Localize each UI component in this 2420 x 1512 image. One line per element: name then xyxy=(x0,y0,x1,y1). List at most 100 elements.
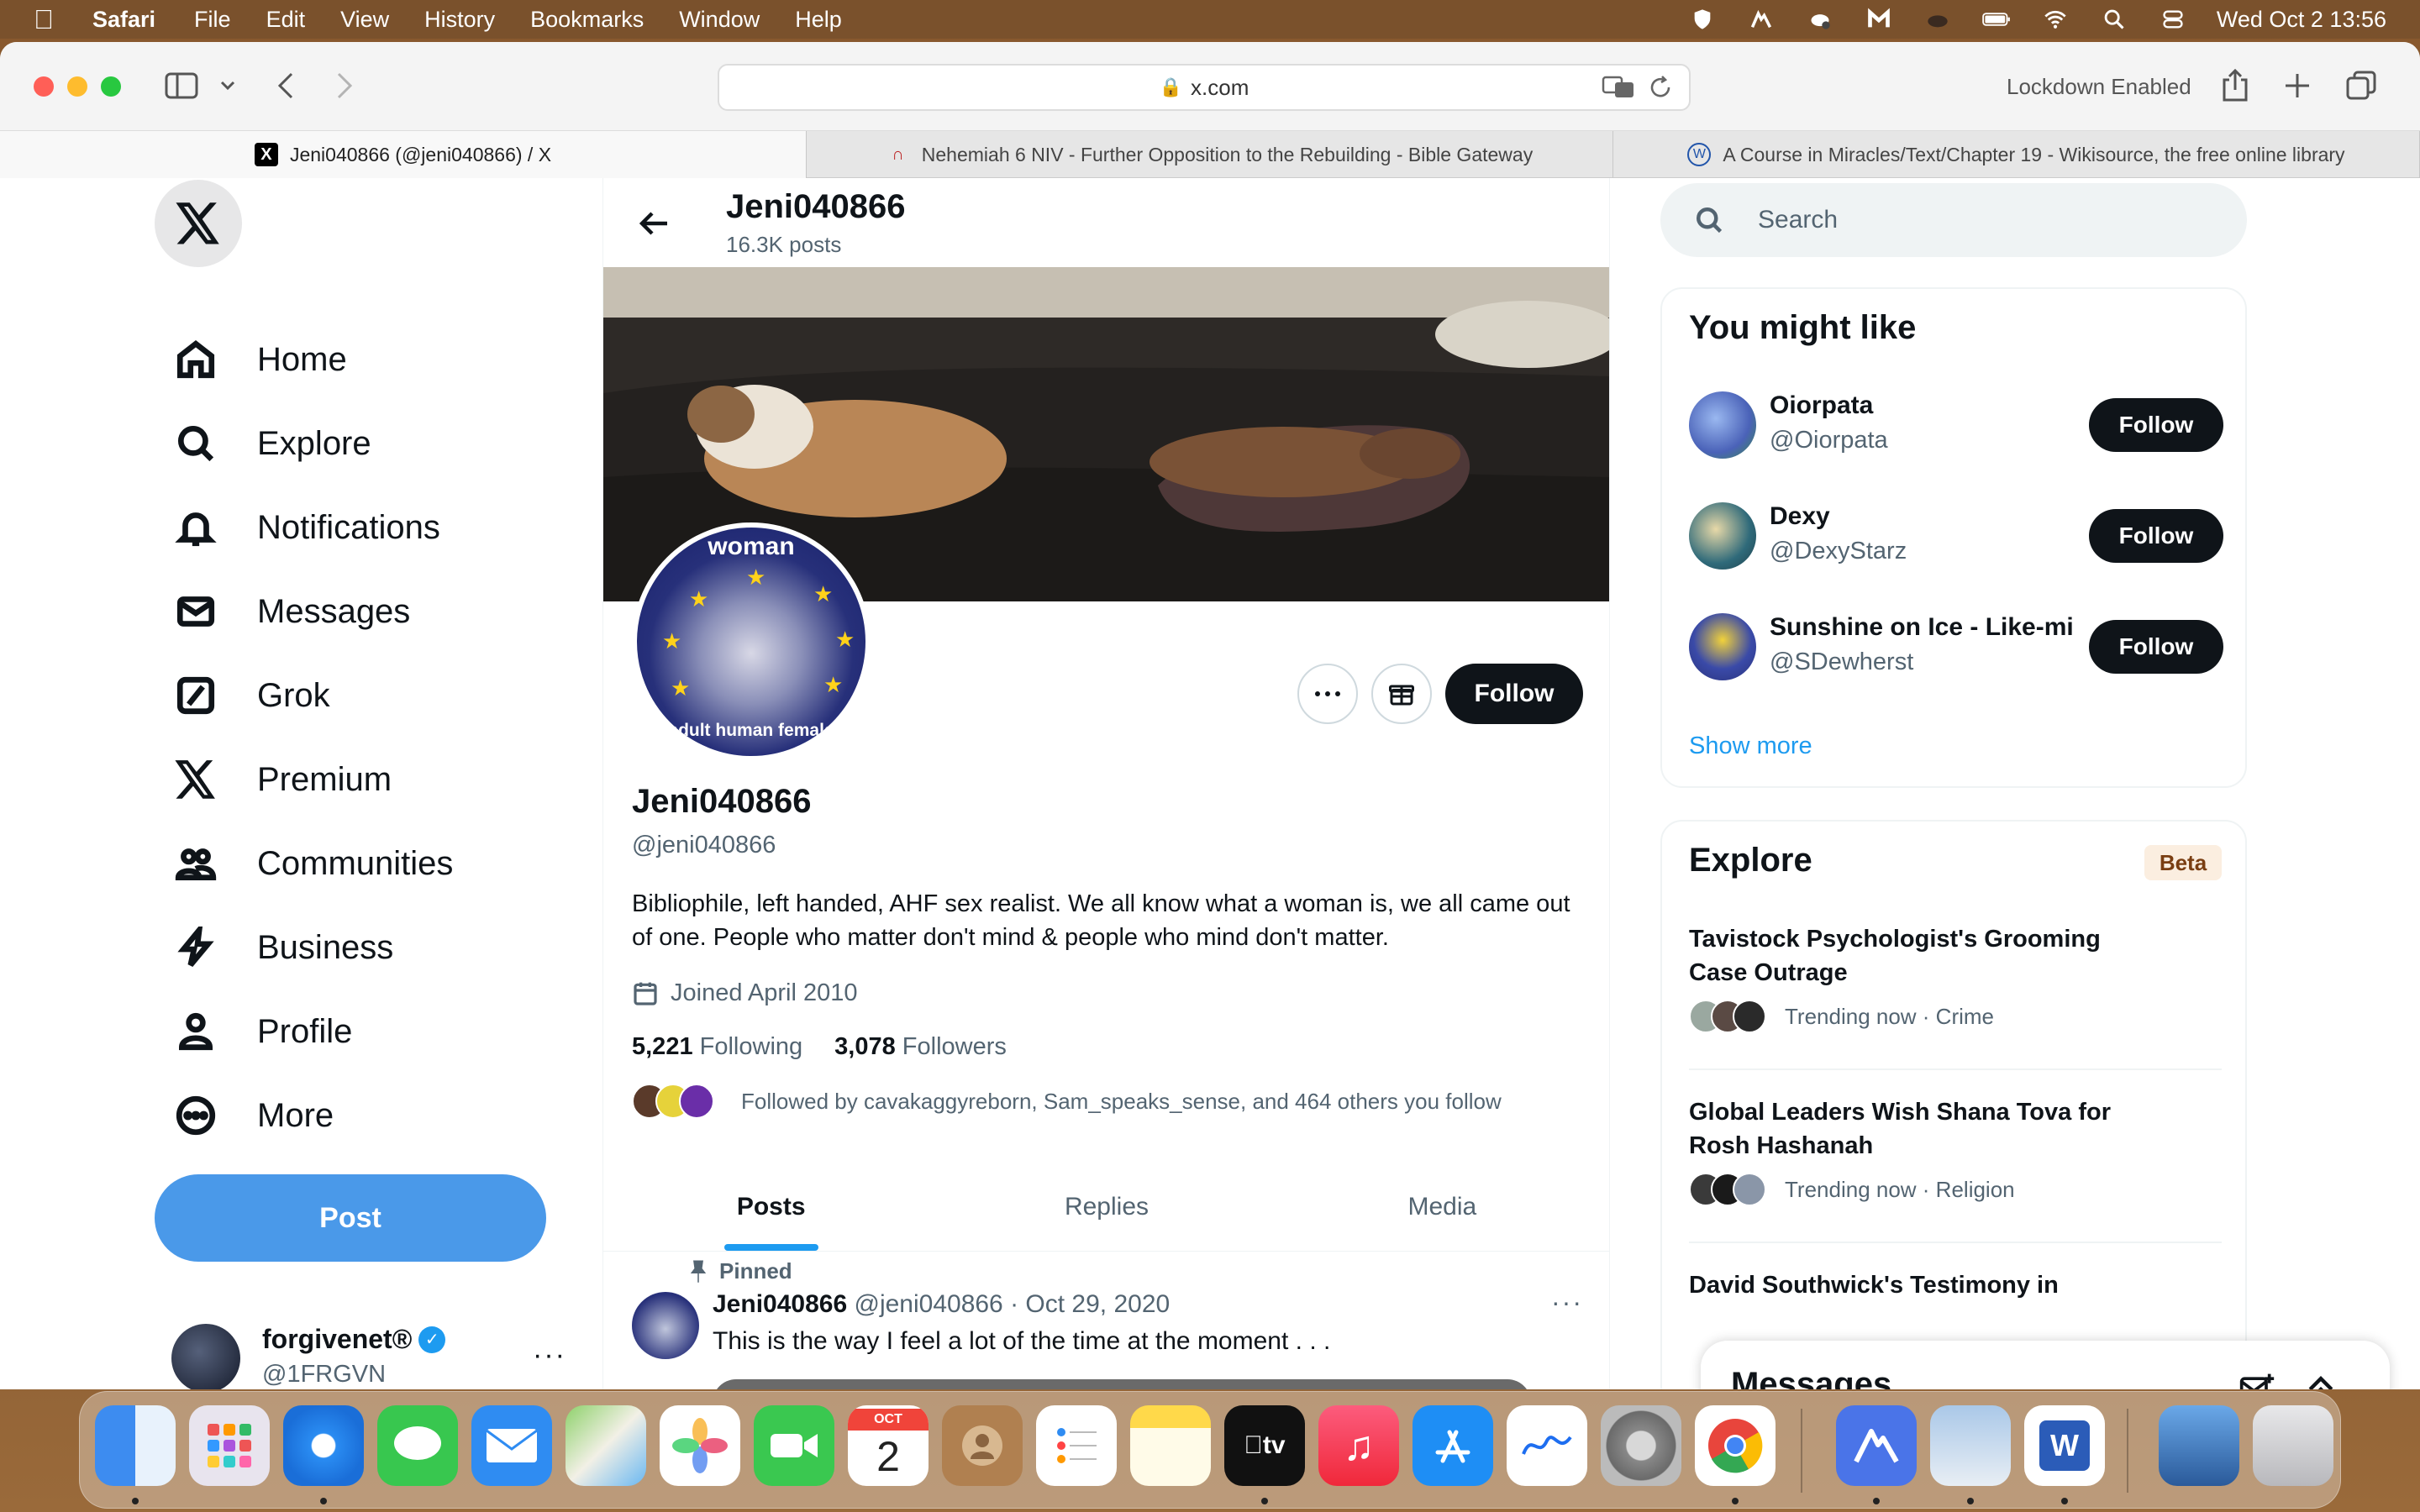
tab-bible-gateway[interactable]: ∩ Nehemiah 6 NIV - Further Opposition to… xyxy=(807,131,1613,178)
nordvpn-icon[interactable] xyxy=(1746,7,1776,32)
nav-messages[interactable]: Messages xyxy=(173,586,410,637)
nav-profile[interactable]: Profile xyxy=(173,1006,352,1057)
follow-button[interactable]: Follow xyxy=(2089,509,2223,563)
nav-business[interactable]: Business xyxy=(173,922,393,973)
account-switcher[interactable]: forgivenet® ✓ @1FRGVN ··· xyxy=(171,1320,575,1389)
back-button[interactable] xyxy=(271,67,301,104)
menu-window[interactable]: Window xyxy=(679,7,760,33)
trend-item[interactable]: David Southwick's Testimony in xyxy=(1689,1268,2227,1302)
following-link[interactable]: 5,221 Following xyxy=(632,1033,802,1060)
nav-notifications[interactable]: Notifications xyxy=(173,502,440,553)
followed-by-row[interactable]: Followed by cavakaggyreborn, Sam_speaks_… xyxy=(632,1084,1502,1119)
malwarebytes-icon[interactable] xyxy=(1864,7,1894,32)
share-icon[interactable] xyxy=(2218,67,2252,104)
account-more-icon[interactable]: ··· xyxy=(533,1339,566,1372)
x-home-logo-icon[interactable] xyxy=(155,180,242,267)
more-options-button[interactable] xyxy=(1297,664,1358,724)
tab-overview-icon[interactable] xyxy=(2343,67,2380,104)
forward-button[interactable] xyxy=(329,67,360,104)
reminders-icon[interactable] xyxy=(1036,1405,1117,1486)
messages-drawer[interactable]: Messages xyxy=(1701,1341,2390,1389)
preview-icon[interactable] xyxy=(1930,1405,2011,1486)
freeform-icon[interactable] xyxy=(1507,1405,1587,1486)
tab-media[interactable]: Media xyxy=(1275,1163,1609,1251)
contacts-icon[interactable] xyxy=(942,1405,1023,1486)
menu-help[interactable]: Help xyxy=(795,7,842,33)
new-message-icon[interactable] xyxy=(2238,1371,2275,1389)
tweet-more-icon[interactable]: ··· xyxy=(1551,1287,1583,1318)
calendar-icon[interactable]: OCT 2 xyxy=(848,1405,929,1486)
menu-history[interactable]: History xyxy=(424,7,495,33)
post-button[interactable]: Post xyxy=(155,1174,546,1262)
facetime-icon[interactable] xyxy=(754,1405,834,1486)
suggested-account[interactable]: Dexy @DexyStarz Follow xyxy=(1689,502,2227,573)
control-center-icon[interactable] xyxy=(2158,7,2188,32)
tweet-handle[interactable]: @jeni040866 xyxy=(854,1290,1002,1318)
zoom-window-button[interactable] xyxy=(101,76,121,97)
safari-icon[interactable] xyxy=(283,1405,364,1486)
menu-bookmarks[interactable]: Bookmarks xyxy=(530,7,644,33)
menubar-clock[interactable]: Wed Oct 2 13:56 xyxy=(2217,7,2386,33)
apple-menu-icon[interactable]:  xyxy=(34,4,67,35)
search-input[interactable]: Search xyxy=(1660,183,2247,257)
tab-replies[interactable]: Replies xyxy=(939,1163,1274,1251)
music-icon[interactable]: ♫ xyxy=(1318,1405,1399,1486)
translate-icon[interactable] xyxy=(1602,74,1635,107)
tweet-media[interactable] xyxy=(713,1379,1531,1389)
downloads-stack-icon[interactable] xyxy=(2159,1405,2239,1486)
tweet-date[interactable]: Oct 29, 2020 xyxy=(1025,1290,1170,1318)
profile-avatar[interactable]: woman ★ ★ ★ ★ ★ ★ ★ adult human female xyxy=(632,522,871,761)
trash-icon[interactable] xyxy=(2253,1405,2333,1486)
nav-more[interactable]: More xyxy=(173,1090,334,1141)
mail-icon[interactable] xyxy=(471,1405,552,1486)
close-window-button[interactable] xyxy=(34,76,54,97)
chrome-icon[interactable] xyxy=(1695,1405,1776,1486)
battery-icon[interactable] xyxy=(1981,7,2012,32)
nav-premium[interactable]: Premium xyxy=(173,754,392,805)
tab-wikisource[interactable]: W A Course in Miracles/Text/Chapter 19 -… xyxy=(1613,131,2420,178)
follow-button[interactable]: Follow xyxy=(2089,620,2223,674)
wifi-icon[interactable] xyxy=(2040,7,2070,32)
tab-x-profile[interactable]: X Jeni040866 (@jeni040866) / X xyxy=(0,131,807,178)
menu-file[interactable]: File xyxy=(194,7,231,33)
menu-edit[interactable]: Edit xyxy=(266,7,306,33)
follow-button[interactable]: Follow xyxy=(1445,664,1583,724)
finder-icon[interactable] xyxy=(95,1405,176,1486)
trend-item[interactable]: Tavistock Psychologist's Grooming Case O… xyxy=(1689,922,2227,1033)
reload-icon[interactable] xyxy=(1647,74,1674,107)
menu-app-name[interactable]: Safari xyxy=(92,7,155,33)
nav-communities[interactable]: Communities xyxy=(173,838,453,889)
tab-posts[interactable]: Posts xyxy=(603,1163,939,1251)
gift-button[interactable] xyxy=(1371,664,1432,724)
suggested-account[interactable]: Oiorpata @Oiorpata Follow xyxy=(1689,391,2227,462)
avatar[interactable] xyxy=(632,1292,699,1359)
sidebar-chevron-down-icon[interactable] xyxy=(217,67,239,104)
sidebar-toggle-icon[interactable] xyxy=(163,67,200,104)
expand-chevrons-up-icon[interactable] xyxy=(2302,1371,2339,1389)
tweet-author[interactable]: Jeni040866 xyxy=(713,1290,847,1318)
followers-link[interactable]: 3,078 Followers xyxy=(834,1033,1007,1060)
cloud-sync-icon[interactable] xyxy=(1805,7,1835,32)
minimize-window-button[interactable] xyxy=(67,76,87,97)
nav-grok[interactable]: Grok xyxy=(173,670,330,721)
suggested-account[interactable]: Sunshine on Ice - Like-minded @SDewherst… xyxy=(1689,613,2227,684)
app-store-icon[interactable] xyxy=(1413,1405,1493,1486)
weather-cloud-icon[interactable] xyxy=(1923,7,1953,32)
nav-home[interactable]: Home xyxy=(173,334,347,385)
follow-button[interactable]: Follow xyxy=(2089,398,2223,452)
word-icon[interactable]: W xyxy=(2024,1405,2105,1486)
maps-icon[interactable] xyxy=(566,1405,646,1486)
launchpad-icon[interactable] xyxy=(189,1405,270,1486)
vpn-shield-icon[interactable] xyxy=(1687,7,1718,32)
address-bar[interactable]: 🔒 x.com xyxy=(718,64,1691,111)
messages-app-icon[interactable] xyxy=(377,1405,458,1486)
spotlight-search-icon[interactable] xyxy=(2099,7,2129,32)
apple-tv-icon[interactable]: tv xyxy=(1224,1405,1305,1486)
photos-icon[interactable] xyxy=(660,1405,740,1486)
lockdown-mode-label[interactable]: Lockdown Enabled xyxy=(2007,74,2191,100)
notes-icon[interactable] xyxy=(1130,1405,1211,1486)
nordvpn-icon[interactable] xyxy=(1836,1405,1917,1486)
nav-explore[interactable]: Explore xyxy=(173,418,371,469)
show-more-link[interactable]: Show more xyxy=(1689,732,1812,760)
back-arrow-icon[interactable] xyxy=(634,203,674,244)
